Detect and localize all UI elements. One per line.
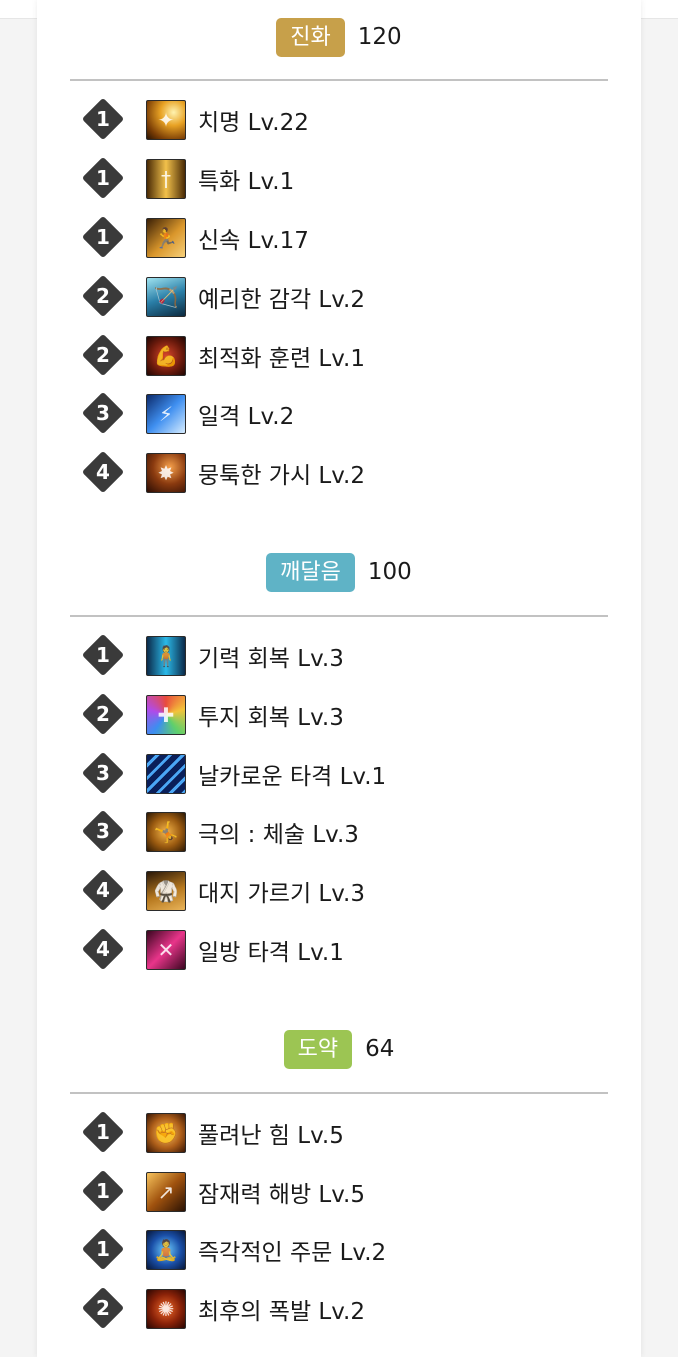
tier-diamond-icon: 2 — [81, 333, 126, 378]
list-item[interactable]: 3 ⚡ 일격 Lv.2 — [81, 391, 295, 436]
skill-label: 풀려난 힘 Lv.5 — [198, 1123, 344, 1149]
tier-diamond-icon: 1 — [81, 215, 126, 260]
skill-label: 극의 : 체술 Lv.3 — [198, 822, 359, 848]
tier-diamond-icon: 4 — [81, 868, 126, 913]
tier-diamond-icon: 4 — [81, 450, 126, 495]
tier-diamond-icon: 1 — [81, 97, 126, 142]
ultimate-martial-icon: 🤸 — [146, 812, 186, 852]
stamina-recovery-icon: 🧍 — [146, 636, 186, 676]
blunt-thorn-icon: ✸ — [146, 453, 186, 493]
unleashed-power-icon: ✊ — [146, 1113, 186, 1153]
final-blast-icon: ✺ — [146, 1289, 186, 1329]
ark-passive-card: 진화 120 1 ✦ 치명 Lv.22 1 † 특화 Lv.1 1 🏃 신속 L… — [37, 0, 641, 1357]
skill-label: 뭉툭한 가시 Lv.2 — [198, 463, 366, 489]
leap-points: 64 — [365, 1036, 395, 1062]
enlightenment-badge: 깨달음 — [266, 552, 355, 592]
one-sided-strike-icon: ✕ — [146, 930, 186, 970]
tier-diamond-icon: 2 — [81, 692, 126, 737]
tier-diamond-icon: 1 — [81, 1227, 126, 1272]
optimized-training-icon: 💪 — [146, 336, 186, 376]
list-item[interactable]: 1 🏃 신속 Lv.17 — [81, 215, 309, 260]
skill-label: 잠재력 해방 Lv.5 — [198, 1182, 366, 1208]
skill-label: 즉각적인 주문 Lv.2 — [198, 1240, 387, 1266]
section-header-enlightenment: 깨달음 100 — [37, 552, 641, 592]
list-item[interactable]: 1 🧍 기력 회복 Lv.3 — [81, 633, 344, 678]
instant-spell-icon: 🧘 — [146, 1230, 186, 1270]
tier-diamond-icon: 3 — [81, 809, 126, 854]
skill-label: 최적화 훈련 Lv.1 — [198, 346, 366, 372]
sharp-strike-icon — [146, 754, 186, 794]
list-item[interactable]: 2 ✺ 최후의 폭발 Lv.2 — [81, 1286, 366, 1331]
enlightenment-points: 100 — [367, 559, 412, 585]
divider — [70, 615, 608, 617]
tier-diamond-icon: 2 — [81, 1286, 126, 1331]
tier-diamond-icon: 4 — [81, 927, 126, 972]
fighting-spirit-icon: ✚ — [146, 695, 186, 735]
divider — [70, 79, 608, 81]
evolution-points: 120 — [357, 24, 402, 50]
skill-label: 일격 Lv.2 — [198, 404, 295, 430]
specialization-icon: † — [146, 159, 186, 199]
skill-label: 치명 Lv.22 — [198, 110, 309, 136]
list-item[interactable]: 2 🏹 예리한 감각 Lv.2 — [81, 274, 366, 319]
skill-label: 예리한 감각 Lv.2 — [198, 287, 366, 313]
list-item[interactable]: 2 ✚ 투지 회복 Lv.3 — [81, 692, 344, 737]
skill-label: 최후의 폭발 Lv.2 — [198, 1299, 366, 1325]
evolution-badge: 진화 — [276, 17, 345, 57]
critical-icon: ✦ — [146, 100, 186, 140]
list-item[interactable]: 1 ✊ 풀려난 힘 Lv.5 — [81, 1110, 344, 1155]
skill-label: 기력 회복 Lv.3 — [198, 646, 344, 672]
list-item[interactable]: 1 ✦ 치명 Lv.22 — [81, 97, 309, 142]
leap-badge: 도약 — [283, 1029, 353, 1069]
divider — [70, 1092, 608, 1094]
list-item[interactable]: 3 날카로운 타격 Lv.1 — [81, 751, 387, 796]
section-header-leap: 도약 64 — [37, 1029, 641, 1069]
skill-label: 신속 Lv.17 — [198, 228, 309, 254]
tier-diamond-icon: 3 — [81, 751, 126, 796]
tier-diamond-icon: 1 — [81, 1169, 126, 1214]
list-item[interactable]: 4 ✸ 뭉툭한 가시 Lv.2 — [81, 450, 366, 495]
swiftness-icon: 🏃 — [146, 218, 186, 258]
tier-diamond-icon: 3 — [81, 391, 126, 436]
tier-diamond-icon: 1 — [81, 633, 126, 678]
one-strike-icon: ⚡ — [146, 394, 186, 434]
skill-label: 날카로운 타격 Lv.1 — [198, 764, 387, 790]
skill-label: 일방 타격 Lv.1 — [198, 940, 344, 966]
list-item[interactable]: 1 ↗ 잠재력 해방 Lv.5 — [81, 1169, 366, 1214]
tier-diamond-icon: 1 — [81, 1110, 126, 1155]
skill-label: 투지 회복 Lv.3 — [198, 705, 344, 731]
keen-senses-icon: 🏹 — [146, 277, 186, 317]
list-item[interactable]: 4 ✕ 일방 타격 Lv.1 — [81, 927, 344, 972]
earth-splitter-icon: 🥋 — [146, 871, 186, 911]
skill-label: 특화 Lv.1 — [198, 169, 295, 195]
skill-label: 대지 가르기 Lv.3 — [198, 881, 366, 907]
list-item[interactable]: 1 🧘 즉각적인 주문 Lv.2 — [81, 1227, 387, 1272]
list-item[interactable]: 2 💪 최적화 훈련 Lv.1 — [81, 333, 366, 378]
list-item[interactable]: 1 † 특화 Lv.1 — [81, 156, 295, 201]
list-item[interactable]: 3 🤸 극의 : 체술 Lv.3 — [81, 809, 359, 854]
section-header-evolution: 진화 120 — [37, 17, 641, 57]
tier-diamond-icon: 2 — [81, 274, 126, 319]
potential-release-icon: ↗ — [146, 1172, 186, 1212]
list-item[interactable]: 4 🥋 대지 가르기 Lv.3 — [81, 868, 366, 913]
tier-diamond-icon: 1 — [81, 156, 126, 201]
